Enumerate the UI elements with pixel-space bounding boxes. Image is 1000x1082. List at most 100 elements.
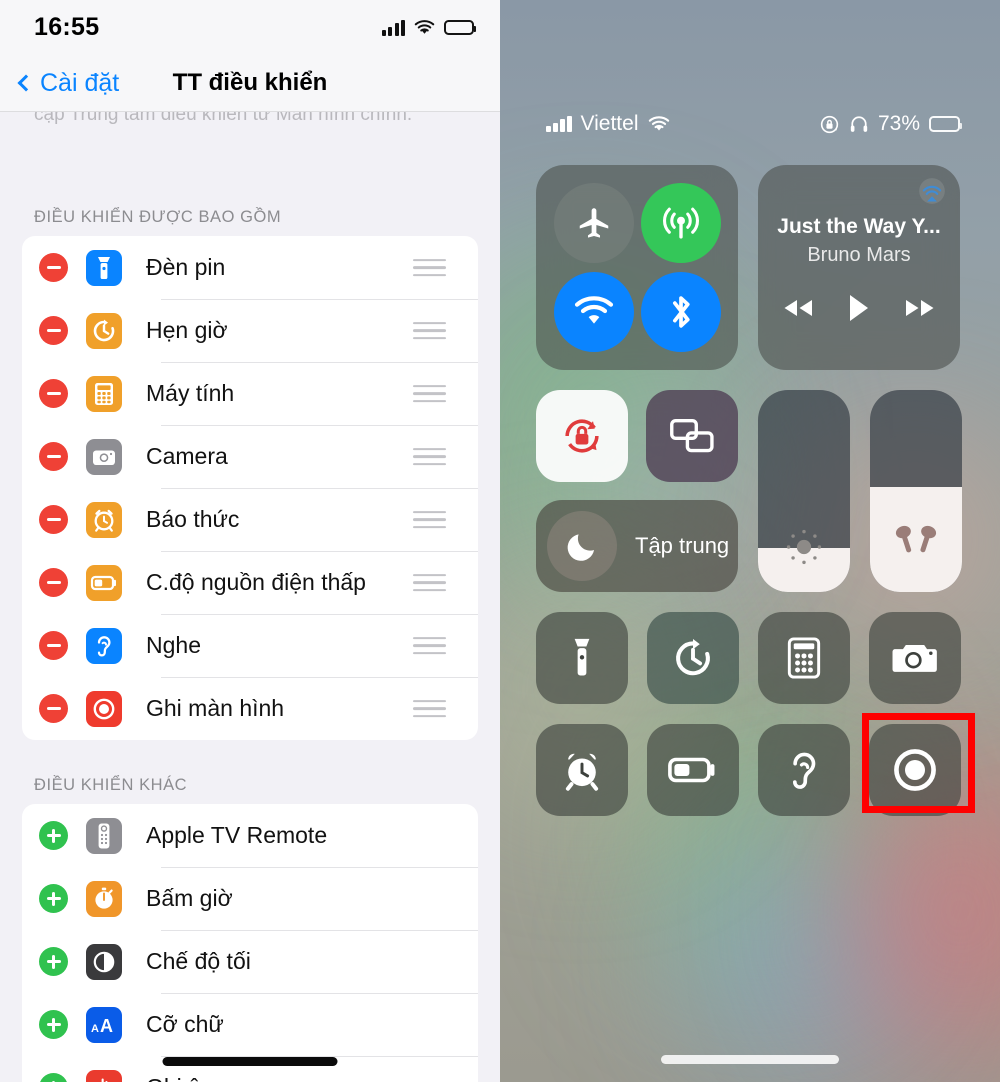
calculator-icon[interactable] <box>758 612 850 704</box>
list-item-label: Ghi âm <box>146 1074 220 1082</box>
cellular-data-icon[interactable] <box>640 183 721 264</box>
moon-icon <box>547 511 617 581</box>
flashlight-icon <box>86 249 122 286</box>
list-item[interactable]: Nghe <box>22 614 478 677</box>
battery-icon <box>444 20 476 35</box>
drag-handle[interactable] <box>413 258 446 277</box>
add-button[interactable] <box>39 884 68 913</box>
remove-button[interactable] <box>39 379 68 408</box>
list-item[interactable]: A A Cỡ chữ <box>22 993 478 1056</box>
list-item-label: Đèn pin <box>146 254 226 280</box>
hearing-icon[interactable] <box>758 724 850 816</box>
remove-button[interactable] <box>39 442 68 471</box>
left-status-bar: 16:55 <box>0 0 500 55</box>
list-item[interactable]: Camera <box>22 425 478 488</box>
cc-mid-small-tiles <box>536 390 738 482</box>
timer-icon[interactable] <box>647 612 739 704</box>
fast-forward-icon[interactable] <box>903 297 937 319</box>
rewind-icon[interactable] <box>781 297 815 319</box>
rotation-lock-icon[interactable] <box>536 390 628 482</box>
drag-handle[interactable] <box>413 447 446 466</box>
list-item-label: Máy tính <box>146 380 235 406</box>
low-power-icon[interactable] <box>647 724 739 816</box>
list-item[interactable]: Chế độ tối <box>22 930 478 993</box>
airplane-mode-icon[interactable] <box>553 183 634 264</box>
drag-handle[interactable] <box>413 510 446 529</box>
screen-record-icon[interactable] <box>869 724 961 816</box>
text-size-icon: A A <box>86 1006 122 1043</box>
volume-slider[interactable] <box>870 390 962 592</box>
list-item[interactable]: Apple TV Remote <box>22 804 478 867</box>
alarm-clock-icon <box>86 501 122 538</box>
airplay-icon[interactable] <box>918 177 946 205</box>
settings-navbar: Cài đặt TT điều khiển <box>0 55 500 112</box>
drag-handle[interactable] <box>413 384 446 403</box>
focus-label: Tập trung <box>635 533 730 558</box>
remove-button[interactable] <box>39 505 68 534</box>
status-time: 16:55 <box>34 13 100 41</box>
list-item-label: Apple TV Remote <box>146 822 328 848</box>
list-item-label: Bấm giờ <box>146 885 233 911</box>
list-item[interactable]: Ghi màn hình <box>22 677 478 740</box>
hearing-icon <box>86 627 122 664</box>
wifi-icon <box>648 115 670 133</box>
screen-mirroring-icon[interactable] <box>646 390 738 482</box>
media-player-tile[interactable]: Just the Way Y... Bruno Mars <box>758 165 960 370</box>
back-button[interactable]: Cài đặt <box>14 69 119 98</box>
status-left-group: Viettel <box>546 112 670 136</box>
remove-button[interactable] <box>39 631 68 660</box>
list-item-label: Báo thức <box>146 506 240 532</box>
add-button[interactable] <box>39 1010 68 1039</box>
wifi-icon[interactable] <box>553 271 634 352</box>
status-icons <box>381 19 476 36</box>
drag-handle[interactable] <box>413 321 446 340</box>
cc-mid-left-group: Tập trung <box>536 390 738 592</box>
add-button[interactable] <box>39 1073 68 1082</box>
list-item-label: Hẹn giờ <box>146 317 228 343</box>
rotation-lock-icon <box>819 114 840 135</box>
settings-scroll-area[interactable]: cập Trung tâm điều khiển từ Màn hình chí… <box>0 104 500 1082</box>
remove-button[interactable] <box>39 253 68 282</box>
headphones-icon <box>849 114 869 134</box>
voice-memo-icon <box>86 1069 122 1082</box>
bluetooth-icon[interactable] <box>640 271 721 352</box>
connectivity-tile[interactable] <box>536 165 738 370</box>
play-icon[interactable] <box>847 293 871 323</box>
list-item[interactable]: Hẹn giờ <box>22 299 478 362</box>
flashlight-icon[interactable] <box>536 612 628 704</box>
list-item[interactable]: Máy tính <box>22 362 478 425</box>
drag-handle[interactable] <box>413 573 446 592</box>
tv-remote-icon <box>86 817 122 854</box>
focus-tile[interactable]: Tập trung <box>536 500 738 592</box>
svg-text:A: A <box>100 1016 113 1036</box>
screenshot-root: 16:55 Cài đặt TT điều khiển cập Trung tâ… <box>0 0 1000 1082</box>
add-button[interactable] <box>39 821 68 850</box>
drag-handle[interactable] <box>413 636 446 655</box>
screen-record-icon <box>86 690 122 727</box>
list-item-label: Chế độ tối <box>146 948 251 974</box>
status-right-group: 73% <box>819 112 962 136</box>
list-item[interactable]: Báo thức <box>22 488 478 551</box>
cellular-bars-icon <box>546 115 572 132</box>
list-item[interactable]: Đèn pin <box>22 236 478 299</box>
cc-row-controls-1 <box>536 612 964 704</box>
list-item[interactable]: Bấm giờ <box>22 867 478 930</box>
add-button[interactable] <box>39 947 68 976</box>
cc-row-mid: Tập trung <box>536 390 964 592</box>
home-indicator <box>661 1055 839 1064</box>
remove-button[interactable] <box>39 694 68 723</box>
alarm-clock-icon[interactable] <box>536 724 628 816</box>
timer-icon <box>86 312 122 349</box>
camera-icon[interactable] <box>869 612 961 704</box>
media-controls <box>781 293 937 323</box>
drag-handle[interactable] <box>413 699 446 718</box>
remove-button[interactable] <box>39 568 68 597</box>
svg-text:A: A <box>91 1023 99 1035</box>
remove-button[interactable] <box>39 316 68 345</box>
low-power-icon <box>86 564 122 601</box>
wifi-icon <box>414 19 435 36</box>
section-header-included: ĐIỀU KHIỂN ĐƯỢC BAO GỒM <box>34 208 282 226</box>
list-item[interactable]: C.độ nguồn điện thấp <box>22 551 478 614</box>
battery-icon <box>929 116 962 132</box>
brightness-slider[interactable] <box>758 390 850 592</box>
